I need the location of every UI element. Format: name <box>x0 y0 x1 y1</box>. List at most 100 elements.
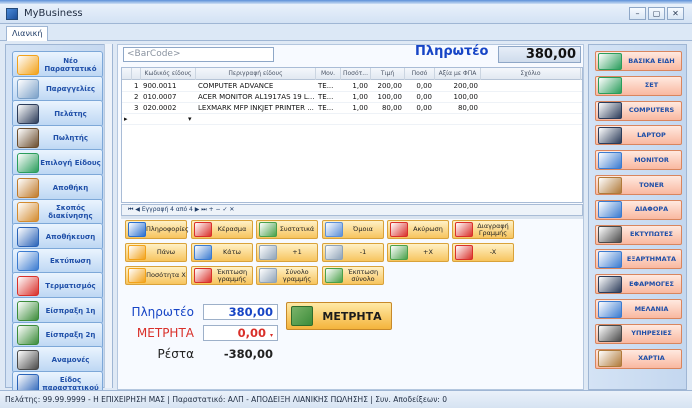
action-label: Όμοια <box>353 225 373 233</box>
category-parts-button[interactable]: ΕΞΑΡΤΗΜΑΤΑ <box>595 249 682 270</box>
left-menu-save-button[interactable]: Αποθήκευση <box>12 223 103 251</box>
quantity-icon <box>128 268 146 283</box>
left-menu-print-button[interactable]: Εκτύπωση <box>12 247 103 275</box>
splitter[interactable] <box>121 216 583 219</box>
action-quantity-button[interactable]: Ποσότητα X <box>125 266 187 285</box>
grid-column-header[interactable]: Μον. <box>316 68 341 80</box>
category-apps-button[interactable]: ΕΦΑΡΜΟΓΕΣ <box>595 274 682 295</box>
category-misc-button[interactable]: ΔΙΑΦΟΡΑ <box>595 199 682 220</box>
basic-items-icon <box>598 52 622 70</box>
action-up-button[interactable]: Πάνω <box>125 243 187 262</box>
cash-input[interactable]: 0,00 ▾ <box>203 325 278 341</box>
item-select-icon <box>17 152 39 173</box>
up-icon <box>128 245 146 260</box>
left-menu-transport-button[interactable]: Σκοπός διακίνησης <box>12 198 103 226</box>
close-button[interactable]: ✕ <box>667 7 684 20</box>
table-cell: 0,00 <box>416 93 432 101</box>
table-cell: COMPUTER ADVANCE <box>198 82 274 90</box>
category-laptop-button[interactable]: LAPTOP <box>595 125 682 146</box>
category-label: ΥΠΗΡΕΣΙΕΣ <box>631 329 672 338</box>
action-label: Ποσότητα X <box>146 271 186 279</box>
category-ink-button[interactable]: ΜΕΛΑΝΙΑ <box>595 299 682 319</box>
minimize-button[interactable]: – <box>629 7 646 20</box>
action-cancel-button[interactable]: Ακύρωση <box>387 220 449 239</box>
record-navigator[interactable]: ⏮ ◀ Εγγραφή 4 από 4 ▶ ⏭ + − ✓ ✕ <box>121 204 583 216</box>
new-row[interactable]: ▸ ▾ <box>122 114 582 125</box>
action-ingredients-button[interactable]: Συστατικά <box>256 220 318 239</box>
action-down-button[interactable]: Κάτω <box>191 243 253 262</box>
left-menu-new-document-button[interactable]: Νέο Παραστατικό <box>12 51 103 78</box>
left-menu-salesman-button[interactable]: Πωλητής <box>12 124 103 152</box>
category-set-button[interactable]: ΣΕΤ <box>595 75 682 96</box>
action-treat-button[interactable]: Κέρασμα <box>191 220 253 239</box>
table-row[interactable]: 2 010.0007 ACER MONITOR AL1917AS 19 L... TE… <box>122 92 582 103</box>
monitor-icon <box>598 151 622 169</box>
treat-icon <box>194 222 212 237</box>
category-monitor-button[interactable]: MONITOR <box>595 150 682 171</box>
items-grid[interactable]: Κωδικός είδους Περιγραφή είδους Μον. Ποσότ.… <box>121 67 583 203</box>
left-menu-waiting-button[interactable]: Αναμονές <box>12 346 103 374</box>
title-bar: MyBusiness – ▢ ✕ <box>0 4 692 24</box>
category-printer-button[interactable]: ΕΚΤΥΠΩΤΕΣ <box>595 224 682 245</box>
customer-icon <box>17 103 39 124</box>
action-total-discount-button[interactable]: Έκπτωση σύνολο <box>322 266 384 285</box>
action-label: -1 <box>359 248 367 256</box>
category-services-button[interactable]: ΥΠΗΡΕΣΙΕΣ <box>595 323 682 344</box>
action-minus-x-button[interactable]: -X <box>452 243 514 262</box>
action-info-button[interactable]: Πληροφορίες <box>125 220 189 239</box>
left-menu-label: Αναμονές <box>51 355 90 364</box>
category-basic-items-button[interactable]: ΒΑΣΙΚΑ ΕΙΔΗ <box>595 51 682 71</box>
action-similar-button[interactable]: Όμοια <box>322 220 384 239</box>
cash-dropdown-icon[interactable]: ▾ <box>270 332 273 339</box>
category-paper-button[interactable]: ΧΑΡΤΙΑ <box>595 348 682 369</box>
grid-column-header[interactable]: Ποσό <box>405 68 435 80</box>
category-computer-button[interactable]: COMPUTERS <box>595 100 682 121</box>
left-menu-item-select-button[interactable]: Επιλογή Είδους <box>12 149 103 177</box>
action-label: Διαγραφή Γραμμής <box>477 221 509 237</box>
left-menu-warehouse-button[interactable]: Αποθήκη <box>12 174 103 201</box>
grid-column-header[interactable]: Περιγραφή είδους <box>196 68 316 80</box>
table-row[interactable]: 1 900.0011 COMPUTER ADVANCE TE... 1,00 200,00… <box>122 81 582 92</box>
grid-column-header[interactable]: Ποσότ... <box>341 68 371 80</box>
left-menu-orders-button[interactable]: Παραγγελίες <box>12 75 103 103</box>
action-plus-one-button[interactable]: +1 <box>256 243 318 262</box>
left-menu-payment2-button[interactable]: Είσπραξη 2η <box>12 321 103 349</box>
action-label: +X <box>423 248 433 256</box>
category-label: TONER <box>639 180 664 189</box>
nav-last-icon[interactable]: ▶ ⏭ + − ✓ ✕ <box>195 206 235 213</box>
action-line-discount-button[interactable]: Έκπτωση γραμμής <box>191 266 253 285</box>
left-menu-exit-button[interactable]: Τερματισμός <box>12 272 103 300</box>
action-minus-one-button[interactable]: -1 <box>322 243 384 262</box>
left-menu-payment1-button[interactable]: Είσπραξη 1η <box>12 297 103 324</box>
left-menu-label: Νέο Παραστατικό <box>44 56 97 73</box>
payment2-icon <box>17 325 39 346</box>
maximize-button[interactable]: ▢ <box>648 7 665 20</box>
grid-column-header[interactable]: Σχόλιο <box>481 68 581 80</box>
nav-first-icon[interactable]: ⏮ ◀ <box>128 206 142 213</box>
tab-retail[interactable]: Λιανική <box>6 26 49 41</box>
line-discount-icon <box>194 268 212 283</box>
grid-column-header[interactable]: Τιμή <box>371 68 405 80</box>
action-delete-line-button[interactable]: Διαγραφή Γραμμής <box>452 220 514 239</box>
table-cell: 0,00 <box>416 82 432 90</box>
category-toner-button[interactable]: TONER <box>595 175 682 195</box>
tab-strip: Λιανική <box>0 24 692 41</box>
exit-icon <box>17 275 39 296</box>
barcode-input[interactable]: <BarCode> <box>123 47 274 62</box>
category-label: ΜΕΛΑΝΙΑ <box>634 304 669 313</box>
code-dropdown-icon[interactable]: ▾ <box>188 114 192 125</box>
table-row[interactable]: 3 020.0002 LEXMARK MFP INKJET PRINTER ... T… <box>122 103 582 114</box>
left-menu-label: Πωλητής <box>53 134 88 143</box>
category-label: COMPUTERS <box>628 106 675 115</box>
cash-pay-button[interactable]: ΜΕΤΡΗΤΑ <box>286 302 392 330</box>
table-cell: ACER MONITOR AL1917AS 19 L... <box>198 93 315 101</box>
left-menu-customer-button[interactable]: Πελάτης <box>12 100 103 128</box>
table-cell: 80,00 <box>381 104 402 112</box>
action-plus-x-button[interactable]: +X <box>387 243 449 262</box>
grid-column-header[interactable]: Αξία με ΦΠΑ <box>435 68 481 80</box>
grid-column-header[interactable]: Κωδικός είδους <box>141 68 196 80</box>
new-document-icon <box>17 54 39 75</box>
action-line-total-button[interactable]: Σύνολο γραμμής <box>256 266 318 285</box>
table-cell: 80,00 <box>457 104 478 112</box>
left-menu-scrollbar[interactable] <box>104 44 112 388</box>
